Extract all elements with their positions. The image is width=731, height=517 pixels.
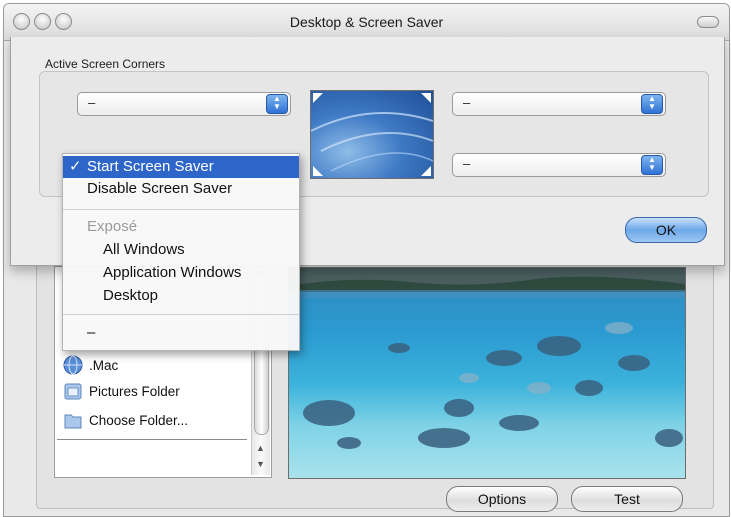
popup-arrows-icon: ▲ ▼ xyxy=(641,94,663,114)
list-item-label: Pictures Folder xyxy=(89,383,180,399)
popup-value: – xyxy=(88,95,96,110)
title-bar: Desktop & Screen Saver xyxy=(4,4,729,41)
top-right-corner-popup[interactable]: – ▲ ▼ xyxy=(452,92,666,116)
bottom-right-corner-popup[interactable]: – ▲ ▼ xyxy=(452,153,666,177)
list-divider xyxy=(57,439,247,440)
menu-separator xyxy=(63,209,299,210)
menu-item-application-windows[interactable]: Application Windows xyxy=(63,262,299,284)
menu-item-desktop[interactable]: Desktop xyxy=(63,285,299,307)
menu-item-label: Start Screen Saver xyxy=(87,158,214,175)
globe-icon xyxy=(63,355,83,375)
corner-marker-icon xyxy=(421,93,431,103)
list-item-label: Choose Folder... xyxy=(89,412,189,428)
corner-marker-icon xyxy=(313,166,323,176)
list-item-label: .Mac xyxy=(89,357,119,373)
popup-arrows-icon: ▲ ▼ xyxy=(641,155,663,175)
underwater-fish-image xyxy=(289,268,685,449)
options-button[interactable]: Options xyxy=(446,486,558,512)
menu-separator xyxy=(63,314,299,315)
window-title: Desktop & Screen Saver xyxy=(289,14,444,30)
menu-item-label: Application Windows xyxy=(103,264,242,281)
list-item-mac[interactable]: .Mac xyxy=(63,353,118,377)
toolbar-toggle-button[interactable] xyxy=(697,16,719,28)
menu-item-label: Exposé xyxy=(87,218,138,235)
top-left-corner-popup[interactable]: – ▲ ▼ xyxy=(77,92,291,116)
menu-item-label: Desktop xyxy=(103,287,159,304)
corner-action-menu[interactable]: ✓ Start Screen Saver Disable Screen Save… xyxy=(62,153,300,351)
popup-value: – xyxy=(463,156,471,171)
corner-marker-icon xyxy=(421,166,431,176)
screensaver-preview xyxy=(288,267,686,479)
menu-header-expose: Exposé xyxy=(63,216,299,238)
popup-arrows-icon: ▲ ▼ xyxy=(266,94,288,114)
scroll-down-arrow[interactable]: ▼ xyxy=(256,459,265,469)
folder-icon xyxy=(63,381,83,401)
checkmark-icon: ✓ xyxy=(69,158,82,175)
menu-item-disable-screen-saver[interactable]: Disable Screen Saver xyxy=(63,178,299,200)
list-item-pictures-folder[interactable]: Pictures Folder xyxy=(63,379,180,403)
ok-button[interactable]: OK xyxy=(625,217,707,243)
test-button[interactable]: Test xyxy=(571,486,683,512)
popup-value: – xyxy=(463,95,471,110)
folder-icon xyxy=(63,410,83,430)
menu-item-label: All Windows xyxy=(103,241,185,258)
menu-item-label: Disable Screen Saver xyxy=(87,180,233,197)
corner-marker-icon xyxy=(313,93,323,103)
menu-item-none[interactable]: – xyxy=(63,322,299,344)
menu-item-all-windows[interactable]: All Windows xyxy=(63,239,299,261)
menu-item-start-screen-saver[interactable]: ✓ Start Screen Saver xyxy=(63,156,299,178)
group-label: Active Screen Corners xyxy=(45,57,166,71)
menu-item-label: – xyxy=(87,324,96,341)
scroll-up-arrow[interactable]: ▲ xyxy=(256,443,265,453)
screen-corners-preview xyxy=(310,90,434,179)
list-item-choose-folder[interactable]: Choose Folder... xyxy=(63,408,188,432)
